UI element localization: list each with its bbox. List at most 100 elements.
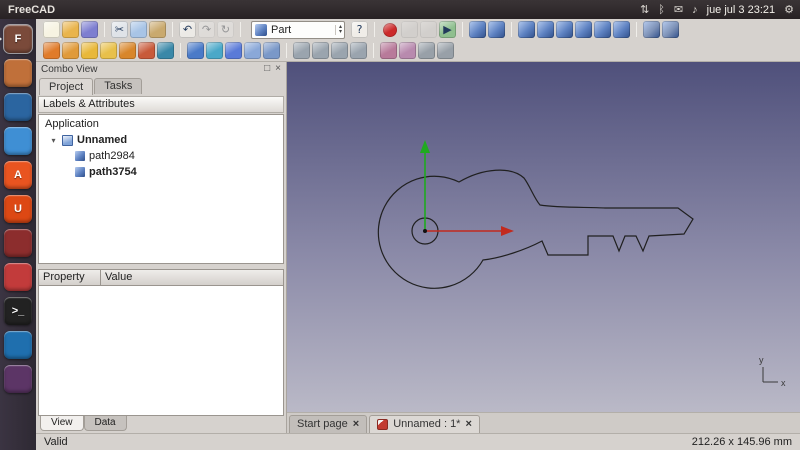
sound-indicator-icon[interactable]: ♪ xyxy=(692,3,698,16)
part-extrude-button[interactable] xyxy=(187,42,204,59)
launcher-software-center-icon[interactable]: A xyxy=(4,161,32,189)
launcher-graphics-app-icon[interactable] xyxy=(4,365,32,393)
view-axonometric-button[interactable] xyxy=(488,21,505,38)
part-revolve-button[interactable] xyxy=(206,42,223,59)
tree-item-application[interactable]: Application xyxy=(39,116,283,132)
save-document-button[interactable] xyxy=(81,21,98,38)
tab-unnamed-document[interactable]: Unnamed : 1* × xyxy=(369,415,480,433)
indicator-glyph: ᛒ xyxy=(658,4,665,16)
whats-this-button[interactable]: ? xyxy=(351,21,368,38)
view-stereo-button[interactable] xyxy=(643,21,660,38)
launcher-glyph: A xyxy=(14,169,22,181)
top-menubar: FreeCAD ⇅ ᛒ ✉ ♪ jue jul 3 23:21 ⚙ xyxy=(0,0,800,19)
part-common-button[interactable] xyxy=(350,42,367,59)
refresh-button[interactable]: ↻ xyxy=(217,21,234,38)
shape-tree-icon xyxy=(75,167,85,177)
button-glyph: ✂ xyxy=(115,24,124,35)
tab-project[interactable]: Project xyxy=(39,78,93,95)
part-cut-button[interactable] xyxy=(312,42,329,59)
cut-button[interactable]: ✂ xyxy=(111,21,128,38)
view-rear-button[interactable] xyxy=(575,21,592,38)
mdi-tab-bar: Start page × Unnamed : 1* × xyxy=(287,412,800,433)
app-menu-title[interactable]: FreeCAD xyxy=(8,4,55,16)
property-column-header[interactable]: Property xyxy=(39,270,101,285)
part-mirror-button[interactable] xyxy=(225,42,242,59)
part-box-button[interactable] xyxy=(43,42,60,59)
tab-start-page[interactable]: Start page × xyxy=(289,415,367,433)
close-tab-icon[interactable]: × xyxy=(465,419,471,429)
property-table-body[interactable] xyxy=(38,286,284,416)
toolbar-separator xyxy=(180,43,181,58)
view-bottom-button[interactable] xyxy=(594,21,611,38)
network-indicator-icon[interactable]: ⇅ xyxy=(640,3,649,16)
part-chamfer-button[interactable] xyxy=(263,42,280,59)
view-top-button[interactable] xyxy=(537,21,554,38)
macro-pause-button[interactable] xyxy=(401,21,418,38)
copy-button[interactable] xyxy=(130,21,147,38)
macro-record-button[interactable] xyxy=(383,23,397,37)
x-axis-arrow-icon xyxy=(501,226,514,236)
value-column-header[interactable]: Value xyxy=(101,270,136,285)
launcher-files-icon[interactable] xyxy=(4,59,32,87)
launcher-firefox-icon[interactable] xyxy=(4,93,32,121)
undo-button[interactable]: ↶ xyxy=(179,21,196,38)
clock-indicator[interactable]: jue jul 3 23:21 xyxy=(707,4,776,16)
view-right-button[interactable] xyxy=(556,21,573,38)
part-create-primitives-button[interactable] xyxy=(138,42,155,59)
tab-view[interactable]: View xyxy=(40,416,84,431)
part-offset-button[interactable] xyxy=(418,42,435,59)
macro-execute-button[interactable]: ▶ xyxy=(439,21,456,38)
tree-item-document-unnamed[interactable]: ▾ Unnamed xyxy=(39,132,283,148)
part-union-button[interactable] xyxy=(331,42,348,59)
part-shape-builder-button[interactable] xyxy=(157,42,174,59)
macro-edit-button[interactable] xyxy=(420,21,437,38)
part-torus-button[interactable] xyxy=(119,42,136,59)
view-front-button[interactable] xyxy=(518,21,535,38)
mail-indicator-icon[interactable]: ✉ xyxy=(674,3,683,16)
close-tab-icon[interactable]: × xyxy=(353,419,359,429)
redo-button[interactable]: ↷ xyxy=(198,21,215,38)
workbench-selector-arrows[interactable]: ▴ ▾ xyxy=(335,25,342,35)
part-section-button[interactable] xyxy=(380,42,397,59)
launcher-ubuntu-one-icon[interactable]: U xyxy=(4,195,32,223)
toolbar-separator xyxy=(374,22,375,37)
3d-viewport[interactable]: x y xyxy=(287,62,800,412)
launcher-glyph: >_ xyxy=(12,305,25,317)
part-boolean-button[interactable] xyxy=(293,42,310,59)
part-sphere-button[interactable] xyxy=(81,42,98,59)
launcher-terminal-icon[interactable]: >_ xyxy=(4,297,32,325)
indicator-area: ⇅ ᛒ ✉ ♪ jue jul 3 23:21 ⚙ xyxy=(640,3,794,16)
combo-view-tabbar: Project Tasks xyxy=(36,76,286,94)
part-cylinder-button[interactable] xyxy=(62,42,79,59)
session-menu-icon[interactable]: ⚙ xyxy=(784,3,794,16)
tab-tasks[interactable]: Tasks xyxy=(94,78,142,94)
status-bar: Valid 212.26 x 145.96 mm xyxy=(36,433,800,450)
part-thickness-button[interactable] xyxy=(437,42,454,59)
workbench-selector[interactable]: Part ▴ ▾ xyxy=(251,21,345,39)
launcher-glyph: F xyxy=(15,33,22,45)
launcher-freecad-icon[interactable]: F xyxy=(4,25,32,53)
panel-close-icon[interactable]: × xyxy=(275,64,281,74)
spin-down-icon[interactable]: ▾ xyxy=(339,30,342,35)
view-left-button[interactable] xyxy=(613,21,630,38)
part-cross-sections-button[interactable] xyxy=(399,42,416,59)
new-document-button[interactable] xyxy=(43,21,60,38)
paste-button[interactable] xyxy=(149,21,166,38)
model-tree[interactable]: Application ▾ Unnamed path2984 path3754 xyxy=(38,114,284,264)
indicator-icons: ⇅ ᛒ ✉ ♪ xyxy=(640,3,698,16)
tree-item-path2984[interactable]: path2984 xyxy=(39,148,283,164)
bluetooth-indicator-icon[interactable]: ᛒ xyxy=(658,3,665,16)
view-fit-all-button[interactable] xyxy=(469,21,486,38)
launcher-system-app-icon[interactable] xyxy=(4,263,32,291)
launcher-tweak-tool-icon[interactable] xyxy=(4,229,32,257)
part-fillet-button[interactable] xyxy=(244,42,261,59)
launcher-media-app-icon[interactable] xyxy=(4,331,32,359)
tab-data[interactable]: Data xyxy=(84,416,127,431)
part-cone-button[interactable] xyxy=(100,42,117,59)
view-clipping-button[interactable] xyxy=(662,21,679,38)
tree-item-path3754[interactable]: path3754 xyxy=(39,164,283,180)
expander-icon[interactable]: ▾ xyxy=(49,136,58,145)
panel-float-icon[interactable]: □ xyxy=(264,64,270,74)
open-document-button[interactable] xyxy=(62,21,79,38)
launcher-messaging-icon[interactable] xyxy=(4,127,32,155)
